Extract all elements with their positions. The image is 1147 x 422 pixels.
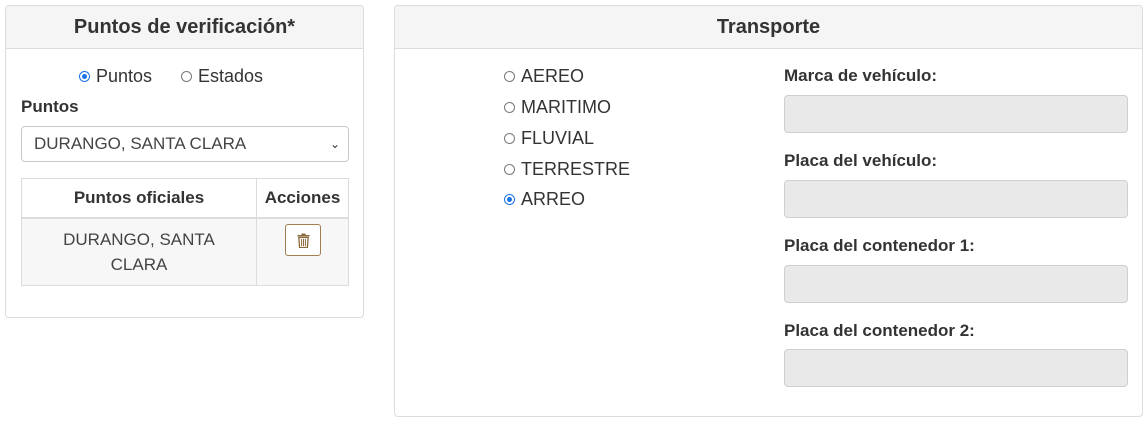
- table-header-actions: Acciones: [256, 178, 349, 219]
- container-plate-2-input[interactable]: [784, 349, 1128, 387]
- vehicle-brand-input[interactable]: [784, 95, 1128, 133]
- radio-option-maritimo[interactable]: MARITIMO: [504, 97, 611, 118]
- radio-label: AEREO: [521, 66, 585, 86]
- radio-unselected-icon[interactable]: [181, 71, 192, 82]
- radio-option-puntos[interactable]: Puntos: [79, 66, 152, 87]
- transport-panel-title: Transporte: [395, 6, 1142, 49]
- radio-unselected-icon[interactable]: [504, 102, 515, 113]
- radio-unselected-icon[interactable]: [504, 71, 515, 82]
- points-label: Puntos: [21, 97, 79, 116]
- verification-panel-title: Puntos de verificación*: [6, 6, 363, 49]
- radio-option-estados[interactable]: Estados: [181, 66, 263, 87]
- table-cell-actions: [256, 217, 349, 286]
- container-plate-1-label: Placa del contenedor 1:: [784, 236, 975, 255]
- container-plate-1-input[interactable]: [784, 265, 1128, 303]
- radio-option-arreo[interactable]: ARREO: [504, 189, 585, 210]
- chevron-down-icon: ⌄: [329, 137, 340, 151]
- radio-label: FLUVIAL: [521, 128, 595, 148]
- radio-unselected-icon[interactable]: [504, 133, 515, 144]
- radio-label: TERRESTRE: [521, 159, 631, 179]
- table-header-points: Puntos oficiales: [21, 178, 257, 219]
- radio-option-aereo[interactable]: AEREO: [504, 66, 584, 87]
- radio-option-terrestre[interactable]: TERRESTRE: [504, 159, 630, 180]
- table-row: DURANGO, SANTA CLARA: [21, 217, 349, 286]
- transport-panel: Transporte AEREO MARITIMO FLUVIAL TERRES…: [394, 5, 1143, 417]
- trash-icon: [297, 233, 309, 248]
- table-cell-point: DURANGO, SANTA CLARA: [21, 217, 257, 286]
- verification-points-panel: Puntos de verificación* Puntos Estados P…: [5, 5, 364, 318]
- vehicle-brand-label: Marca de vehículo:: [784, 66, 938, 85]
- points-select[interactable]: DURANGO, SANTA CLARA ⌄: [21, 126, 349, 162]
- radio-selected-icon[interactable]: [79, 71, 90, 82]
- container-plate-2-label: Placa del contenedor 2:: [784, 321, 975, 340]
- vehicle-plate-label: Placa del vehículo:: [784, 151, 938, 170]
- vehicle-plate-input[interactable]: [784, 180, 1128, 218]
- points-select-value: DURANGO, SANTA CLARA: [34, 134, 247, 153]
- delete-button[interactable]: [284, 224, 321, 256]
- radio-unselected-icon[interactable]: [504, 164, 515, 175]
- point-line-2: CLARA: [110, 255, 168, 274]
- radio-option-fluvial[interactable]: FLUVIAL: [504, 128, 594, 149]
- radio-label: ARREO: [521, 189, 586, 209]
- radio-selected-icon[interactable]: [504, 194, 515, 205]
- official-points-table: Puntos oficiales Acciones DURANGO, SANTA…: [21, 178, 349, 286]
- point-line-1: DURANGO, SANTA: [63, 230, 215, 249]
- radio-label: MARITIMO: [521, 97, 611, 117]
- radio-label: Estados: [198, 66, 264, 86]
- radio-label: Puntos: [96, 66, 153, 86]
